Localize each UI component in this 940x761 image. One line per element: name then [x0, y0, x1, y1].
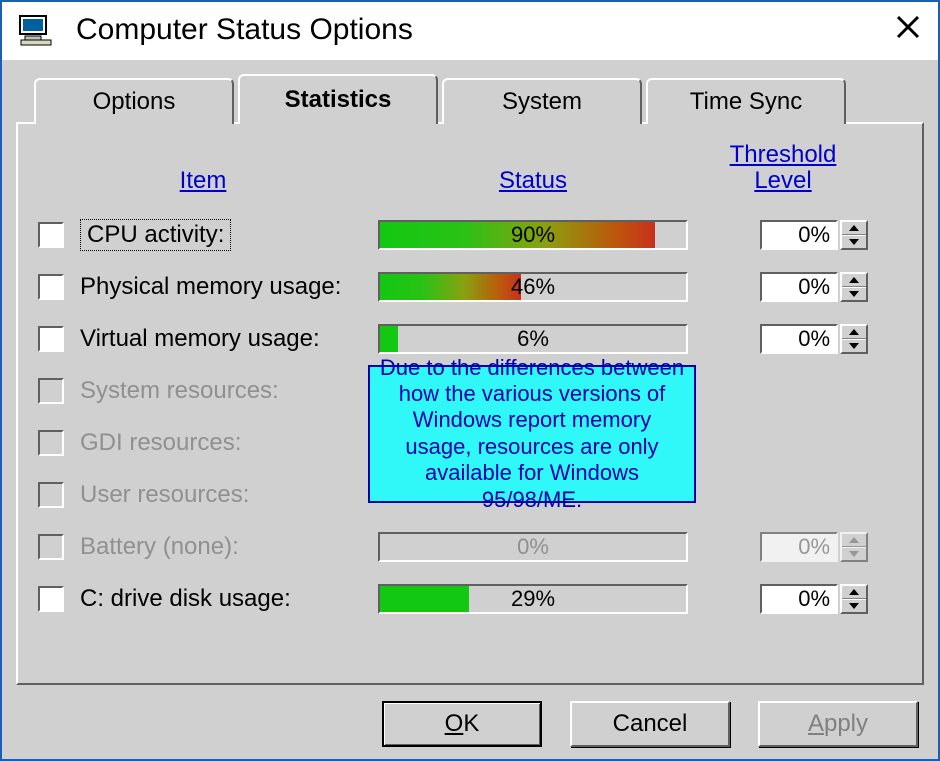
checkbox-cdrive[interactable]	[38, 586, 64, 612]
threshold-input-physmem[interactable]: 0%	[760, 272, 838, 302]
threshold-spinner-cdrive[interactable]	[840, 584, 868, 614]
spinner-up-icon[interactable]	[842, 586, 866, 599]
threshold-input-virtmem[interactable]: 0%	[760, 324, 838, 354]
computer-icon	[16, 10, 56, 50]
window-title: Computer Status Options	[76, 13, 892, 47]
progress-battery: 0%	[378, 532, 688, 562]
checkbox-gdires	[38, 430, 64, 456]
spinner-down-icon[interactable]	[842, 235, 866, 248]
titlebar: Computer Status Options	[2, 2, 938, 60]
checkbox-cpu[interactable]	[38, 222, 64, 248]
threshold-input-battery: 0%	[760, 532, 838, 562]
client-area: Options Statistics System Time Sync Item…	[2, 60, 938, 759]
label-virtmem: Virtual memory usage:	[80, 325, 320, 353]
tab-time-sync[interactable]: Time Sync	[646, 78, 846, 124]
tab-row: Options Statistics System Time Sync	[16, 78, 924, 124]
spinner-down-icon	[842, 547, 866, 560]
spinner-up-icon[interactable]	[842, 326, 866, 339]
col-header-item[interactable]: Item	[38, 167, 368, 195]
threshold-spinner-virtmem[interactable]	[840, 324, 868, 354]
label-gdires: GDI resources:	[80, 429, 241, 457]
checkbox-virtmem[interactable]	[38, 326, 64, 352]
label-cdrive: C: drive disk usage:	[80, 585, 291, 613]
spinner-up-icon[interactable]	[842, 222, 866, 235]
checkbox-battery	[38, 534, 64, 560]
tab-statistics[interactable]: Statistics	[238, 74, 438, 124]
spinner-down-icon[interactable]	[842, 599, 866, 612]
dialog-buttons: OK Cancel Apply	[16, 685, 924, 747]
stat-row-cdrive: C: drive disk usage: 29% 0%	[38, 573, 902, 625]
spinner-down-icon[interactable]	[842, 287, 866, 300]
checkbox-userres	[38, 482, 64, 508]
progress-virtmem: 6%	[378, 324, 688, 354]
label-battery: Battery (none):	[80, 533, 239, 561]
checkbox-sysres	[38, 378, 64, 404]
threshold-spinner-cpu[interactable]	[840, 220, 868, 250]
label-userres: User resources:	[80, 481, 249, 509]
threshold-spinner-physmem[interactable]	[840, 272, 868, 302]
threshold-input-cpu[interactable]: 0%	[760, 220, 838, 250]
checkbox-physmem[interactable]	[38, 274, 64, 300]
ok-button[interactable]: OK	[382, 701, 542, 747]
spinner-up-icon[interactable]	[842, 274, 866, 287]
apply-button: Apply	[758, 701, 918, 747]
spinner-down-icon[interactable]	[842, 339, 866, 352]
spinner-up-icon	[842, 534, 866, 547]
column-headers: Item Status Threshold Level	[38, 142, 902, 195]
tab-options[interactable]: Options	[34, 78, 234, 124]
info-tooltip: Due to the differences between how the v…	[368, 365, 696, 503]
threshold-input-cdrive[interactable]: 0%	[760, 584, 838, 614]
label-physmem: Physical memory usage:	[80, 273, 341, 301]
cancel-button[interactable]: Cancel	[570, 701, 730, 747]
stat-row-cpu: CPU activity: 90% 0%	[38, 209, 902, 261]
tab-panel-statistics: Item Status Threshold Level CPU activity…	[16, 122, 924, 685]
col-header-threshold[interactable]: Threshold Level	[698, 142, 868, 195]
progress-physmem: 46%	[378, 272, 688, 302]
label-cpu: CPU activity:	[80, 219, 231, 251]
tab-system[interactable]: System	[442, 78, 642, 124]
stat-row-physmem: Physical memory usage: 46% 0%	[38, 261, 902, 313]
label-sysres: System resources:	[80, 377, 279, 405]
stat-row-battery: Battery (none): 0% 0%	[38, 521, 902, 573]
progress-cdrive: 29%	[378, 584, 688, 614]
stat-rows: CPU activity: 90% 0%	[38, 209, 902, 625]
threshold-spinner-battery	[840, 532, 868, 562]
progress-cpu: 90%	[378, 220, 688, 250]
col-header-status[interactable]: Status	[368, 167, 698, 195]
computer-status-options-dialog: Computer Status Options Options Statisti…	[0, 0, 940, 761]
close-button[interactable]	[892, 14, 924, 46]
